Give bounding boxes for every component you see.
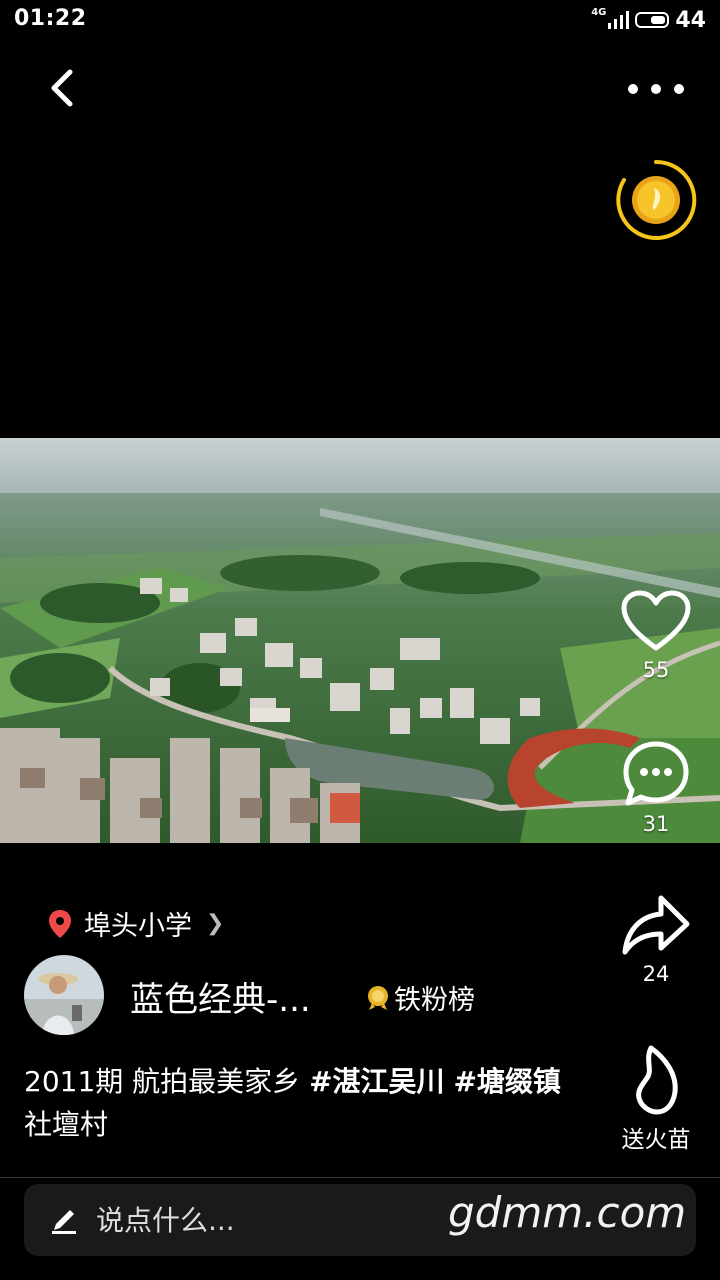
post-photo[interactable]: [0, 438, 720, 843]
heart-icon: [621, 590, 691, 651]
pencil-icon: [50, 1204, 78, 1238]
dot: [628, 84, 638, 94]
fan-ranking-badge[interactable]: 铁粉榜: [366, 978, 475, 1017]
avatar-image: [24, 955, 104, 1035]
like-count: 55: [642, 658, 670, 682]
dot: [651, 84, 661, 94]
send-flame-label: 送火苗: [621, 1127, 691, 1153]
battery-icon: [635, 12, 670, 28]
hashtag-tangzhui[interactable]: #塘缀镇: [453, 1065, 560, 1098]
send-flame-button[interactable]: 送火苗: [610, 1044, 702, 1154]
location-tag[interactable]: 埠头小学 ❯: [48, 904, 224, 943]
share-count: 24: [642, 962, 670, 986]
fan-ranking-label: 铁粉榜: [394, 985, 475, 1016]
comment-input-placeholder[interactable]: 说点什么...: [96, 1199, 235, 1239]
location-pin-icon: [49, 909, 71, 938]
comment-button[interactable]: 31: [620, 740, 692, 836]
chevron-left-icon: [51, 69, 73, 107]
dot: [674, 84, 684, 94]
status-time: 01:22: [14, 6, 87, 31]
back-button[interactable]: [40, 66, 84, 110]
more-options-button[interactable]: [628, 74, 684, 104]
medal-icon: [368, 985, 388, 1010]
network-type: 4G: [591, 6, 607, 18]
chevron-right-icon: ❯: [206, 911, 225, 936]
like-button[interactable]: 55: [620, 590, 692, 682]
caption-text: 2011期 航拍最美家乡: [24, 1065, 310, 1098]
caption-text-end: 社壇村: [24, 1108, 109, 1141]
comment-count: 31: [642, 812, 670, 836]
author-name[interactable]: 蓝色经典-...: [130, 972, 311, 1021]
location-name: 埠头小学: [84, 911, 192, 942]
post-caption: 2011期 航拍最美家乡 #湛江吴川 #塘缀镇 社壇村: [24, 1060, 569, 1146]
site-watermark: gdmm.com: [448, 1188, 687, 1237]
share-button[interactable]: 24: [620, 892, 692, 986]
share-arrow-icon: [622, 895, 690, 955]
hashtag-zhanjiang[interactable]: #湛江吴川: [309, 1065, 444, 1098]
divider: [0, 1177, 720, 1178]
comment-bubble-icon: [623, 741, 689, 806]
status-icons: 4G 44: [591, 6, 706, 34]
coin-reward-widget[interactable]: [614, 158, 698, 242]
flame-icon: [636, 1045, 678, 1115]
coin-icon: [616, 159, 697, 240]
aerial-village-image: [0, 438, 720, 843]
author-avatar[interactable]: [24, 955, 104, 1035]
battery-level: 44: [675, 7, 706, 33]
signal-icon: [608, 11, 630, 29]
